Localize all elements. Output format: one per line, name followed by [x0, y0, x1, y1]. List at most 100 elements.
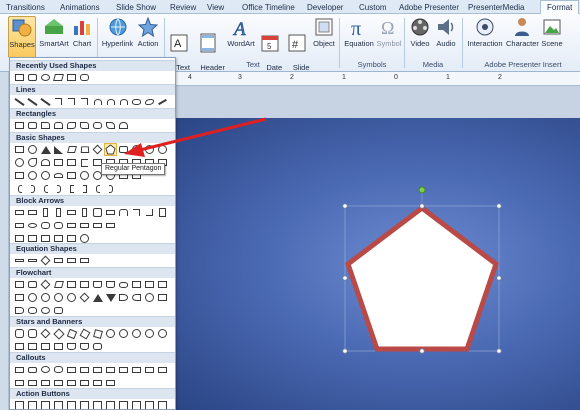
wordart-button[interactable]: A WordArt [226, 16, 256, 48]
shape-item[interactable] [118, 279, 129, 290]
shape-item[interactable] [79, 207, 90, 218]
shape-item[interactable] [14, 255, 25, 266]
tab-view[interactable]: View [207, 2, 224, 14]
shape-item[interactable] [66, 377, 77, 388]
shape-item[interactable] [27, 292, 38, 303]
shape-item[interactable] [131, 400, 142, 409]
shape-item[interactable] [79, 183, 90, 194]
tab-review[interactable]: Review [170, 2, 196, 14]
resize-handle[interactable] [342, 348, 348, 354]
shape-item[interactable] [79, 377, 90, 388]
shape-item[interactable] [40, 183, 51, 194]
shape-item[interactable] [131, 364, 142, 375]
shape-item[interactable] [40, 400, 51, 409]
shape-item[interactable] [27, 305, 38, 316]
shape-item[interactable] [105, 220, 116, 231]
shape-item[interactable] [14, 364, 25, 375]
shape-item[interactable] [27, 377, 38, 388]
shape-item[interactable] [14, 207, 25, 218]
shape-item[interactable] [105, 377, 116, 388]
shape-item[interactable] [118, 328, 129, 339]
shape-item[interactable] [118, 120, 129, 131]
rotate-handle[interactable] [418, 186, 426, 194]
shape-item[interactable] [92, 120, 103, 131]
shape-item[interactable] [40, 120, 51, 131]
shape-item[interactable] [131, 292, 142, 303]
shape-item[interactable] [92, 400, 103, 409]
shape-item[interactable] [79, 255, 90, 266]
shape-item[interactable] [53, 72, 64, 83]
shape-item[interactable] [105, 207, 116, 218]
shape-item[interactable] [14, 220, 25, 231]
shape-item[interactable] [53, 220, 64, 231]
shape-item[interactable] [157, 96, 168, 107]
shape-item[interactable] [92, 328, 103, 339]
shape-item[interactable] [53, 207, 64, 218]
shape-item[interactable] [66, 72, 77, 83]
shape-item[interactable] [40, 207, 51, 218]
shape-item[interactable] [53, 144, 64, 155]
shape-item[interactable] [66, 183, 77, 194]
shape-item[interactable] [144, 292, 155, 303]
shape-item[interactable] [14, 279, 25, 290]
shape-item[interactable] [118, 207, 129, 218]
shape-item[interactable] [92, 144, 103, 155]
shape-item[interactable] [118, 292, 129, 303]
shape-item[interactable] [92, 220, 103, 231]
shape-item[interactable] [27, 170, 38, 181]
shape-item[interactable] [53, 341, 64, 352]
shape-item[interactable] [92, 96, 103, 107]
symbol-button[interactable]: Ω Symbol [376, 16, 402, 48]
shape-item[interactable] [105, 292, 116, 303]
shape-item[interactable] [66, 400, 77, 409]
shape-item[interactable] [53, 183, 64, 194]
tab-presentermedia[interactable]: PresenterMedia [468, 2, 524, 14]
shape-item[interactable] [27, 328, 38, 339]
shape-item[interactable] [14, 292, 25, 303]
shape-item[interactable] [53, 377, 64, 388]
tab-format[interactable]: Format [540, 0, 580, 15]
audio-button[interactable]: Audio [434, 16, 458, 48]
shape-item[interactable] [131, 279, 142, 290]
shape-item[interactable] [66, 157, 77, 168]
resize-handle[interactable] [342, 275, 348, 281]
tab-developer[interactable]: Developer [307, 2, 343, 14]
regular-pentagon[interactable] [345, 204, 499, 352]
shape-item[interactable] [53, 120, 64, 131]
tab-animations[interactable]: Animations [60, 2, 100, 14]
shape-item[interactable] [53, 96, 64, 107]
shape-item[interactable] [92, 364, 103, 375]
shape-item[interactable] [40, 170, 51, 181]
shape-item[interactable] [27, 364, 38, 375]
shape-item[interactable] [92, 377, 103, 388]
shape-item[interactable] [105, 120, 116, 131]
shape-item[interactable] [27, 96, 38, 107]
shape-item[interactable] [131, 144, 142, 155]
shape-item[interactable] [157, 400, 168, 409]
interaction-button[interactable]: Interaction [466, 16, 504, 48]
shape-item[interactable] [105, 183, 116, 194]
character-button[interactable]: Character [506, 16, 539, 48]
shape-item[interactable] [66, 170, 77, 181]
shape-item[interactable] [66, 328, 77, 339]
shape-item[interactable] [79, 400, 90, 409]
shape-item[interactable] [79, 157, 90, 168]
equation-button[interactable]: π Equation [342, 16, 376, 48]
shape-item[interactable] [53, 157, 64, 168]
shape-item[interactable] [79, 170, 90, 181]
shape-item[interactable] [40, 255, 51, 266]
shape-item[interactable] [92, 207, 103, 218]
shape-item[interactable] [40, 292, 51, 303]
shape-item[interactable] [53, 170, 64, 181]
shape-item[interactable] [144, 207, 155, 218]
shape-item[interactable] [53, 305, 64, 316]
shape-item[interactable] [27, 279, 38, 290]
shape-item[interactable] [27, 120, 38, 131]
shape-item[interactable] [27, 144, 38, 155]
shapes-button[interactable]: Shapes [8, 16, 36, 58]
shape-item-regular-pentagon[interactable] [104, 143, 117, 156]
selected-pentagon-shape[interactable] [176, 86, 580, 410]
shape-item[interactable] [79, 292, 90, 303]
shape-item[interactable] [131, 207, 142, 218]
shape-item[interactable] [14, 96, 25, 107]
